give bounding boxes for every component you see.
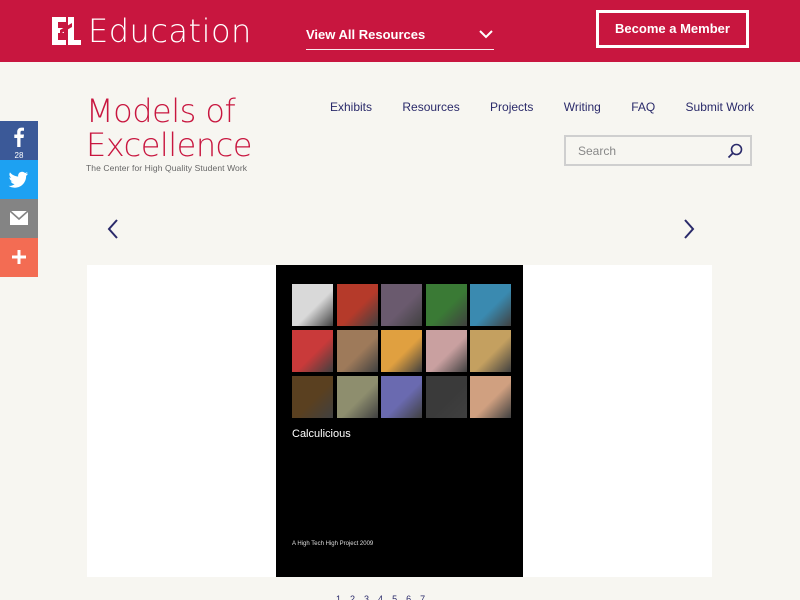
nav-item-faq[interactable]: FAQ (631, 100, 655, 114)
pager-item[interactable]: 3 (364, 594, 369, 600)
facebook-icon (14, 127, 24, 147)
nav-item-projects[interactable]: Projects (490, 100, 533, 114)
pager-item[interactable]: 1 (336, 594, 341, 600)
nav-item-writing[interactable]: Writing (564, 100, 601, 114)
cover-thumbnail (425, 284, 467, 326)
cover-thumbnail (381, 330, 422, 372)
el-education-logo[interactable]: Education (50, 12, 252, 50)
pager-item[interactable]: 5 (392, 594, 397, 600)
cover-thumbnail (292, 376, 333, 418)
brand-tagline: The Center for High Quality Student Work (86, 163, 248, 173)
logo-text: Education (88, 12, 252, 50)
carousel-next-arrow-icon[interactable] (678, 218, 698, 240)
pager-item[interactable]: 4 (378, 594, 383, 600)
cover-thumbnail (292, 330, 333, 372)
pager-item[interactable]: 7 (420, 594, 425, 600)
email-icon (9, 210, 29, 225)
cover-thumbnail (425, 376, 467, 418)
more-share-button[interactable] (0, 238, 38, 277)
nav-item-exhibits[interactable]: Exhibits (330, 100, 372, 114)
nav-item-submit-work[interactable]: Submit Work (686, 100, 754, 114)
cover-thumbnail (336, 330, 378, 372)
cover-thumbnail (336, 284, 378, 326)
el-logo-icon (52, 17, 81, 45)
cover-thumbnail (292, 284, 333, 326)
pager-item[interactable]: 2 (350, 594, 355, 600)
pager-item[interactable]: 6 (406, 594, 411, 600)
brand-title-line-1: Models of (86, 92, 236, 130)
chevron-down-icon (479, 30, 493, 39)
cover-thumbnail (470, 284, 511, 326)
cover-credit: A High Tech High Project 2009 (292, 541, 374, 547)
cover-thumbnail (470, 330, 511, 372)
calculicious-book-cover[interactable]: Calculicious A High Tech High Project 20… (276, 265, 523, 577)
resources-dropdown-label: View All Resources (306, 27, 426, 42)
twitter-share-button[interactable] (0, 160, 38, 199)
cover-thumbnail-grid (292, 284, 511, 418)
cover-thumbnail (336, 376, 378, 418)
brand-title-line-2: Excellence (86, 126, 252, 164)
main-nav: Exhibits Resources Projects Writing FAQ … (330, 100, 754, 114)
search-icon[interactable] (726, 142, 744, 160)
models-of-excellence-brand[interactable]: Models of Excellence The Center for High… (86, 94, 252, 173)
social-share-bar: 28 (0, 121, 38, 277)
cover-thumbnail (470, 376, 511, 418)
email-share-button[interactable] (0, 199, 38, 238)
carousel-pager: 1 2 3 4 5 6 7 (336, 594, 425, 600)
cover-thumbnail (425, 330, 467, 372)
nav-item-resources[interactable]: Resources (402, 100, 459, 114)
cover-thumbnail (381, 284, 422, 326)
carousel-prev-arrow-icon[interactable] (104, 218, 124, 240)
cover-thumbnail (381, 376, 422, 418)
facebook-share-count: 28 (14, 151, 24, 160)
become-member-button[interactable]: Become a Member (596, 10, 749, 48)
search-box (564, 135, 752, 166)
search-input[interactable] (578, 137, 728, 164)
plus-icon (12, 250, 26, 264)
cover-title: Calculicious (292, 428, 351, 440)
view-all-resources-dropdown[interactable]: View All Resources (306, 22, 494, 50)
twitter-icon (8, 171, 28, 188)
facebook-share-button[interactable]: 28 (0, 121, 38, 160)
top-bar: Education View All Resources Become a Me… (0, 0, 800, 62)
